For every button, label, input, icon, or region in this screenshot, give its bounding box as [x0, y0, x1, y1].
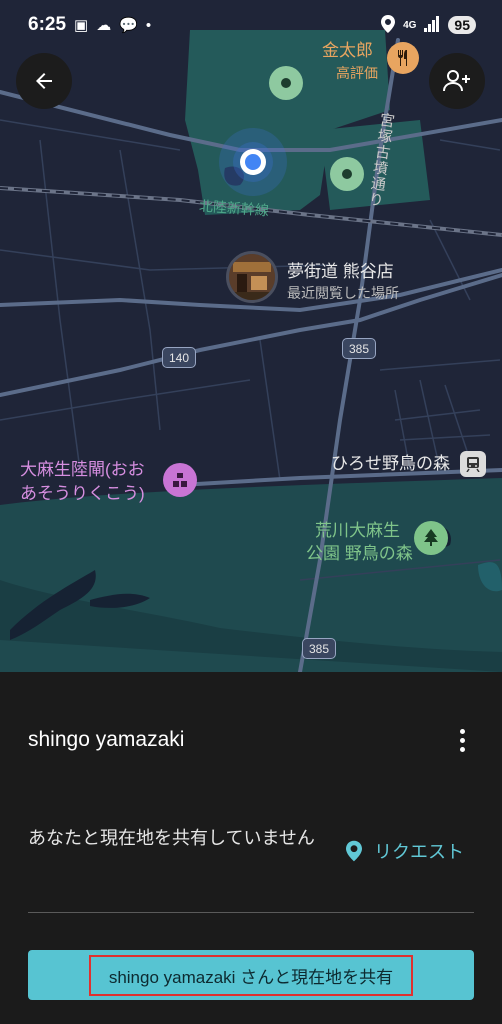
map-canvas[interactable] — [0, 0, 502, 672]
tree-icon — [424, 529, 438, 546]
restaurant-rating-label: 高評価 — [336, 65, 378, 81]
bus-stop-label[interactable]: ひろせ野鳥の森 — [331, 454, 450, 474]
route-shield-140: 140 — [162, 347, 196, 368]
park-marker-icon — [342, 169, 352, 179]
more-vert-icon-dot — [459, 728, 465, 734]
share-location-button[interactable]: shingo yamazaki さんと現在地を共有 — [28, 950, 474, 1000]
network-type-label: 4G — [403, 19, 417, 31]
transit-pin[interactable] — [460, 451, 486, 477]
landmark-icon — [173, 473, 187, 487]
bottom-sheet: shingo yamazaki あなたと現在地を共有していません リクエスト s… — [0, 672, 502, 1024]
signal-icon — [424, 15, 440, 35]
battery-indicator: 95 — [448, 16, 476, 34]
arrow-left-icon — [36, 73, 52, 89]
location-status-icon — [381, 14, 396, 36]
location-pin-icon — [346, 840, 362, 862]
gate-label-line2[interactable]: あそうりくこう) — [20, 484, 145, 504]
request-label: リクエスト — [374, 842, 464, 862]
person-name: shingo yamazaki — [28, 728, 185, 751]
park-name-line2[interactable]: 公園 野鳥の森 — [306, 544, 413, 564]
status-bar: 6:25 ▣ ☁ 💬 • 4G 95 — [0, 0, 502, 50]
current-location-dot — [240, 149, 266, 175]
park-forest-pin[interactable] — [414, 521, 448, 555]
park-pin-2[interactable] — [330, 157, 364, 191]
more-vert-icon-dot — [459, 746, 465, 752]
route-shield-385-north: 385 — [342, 338, 376, 359]
request-location-button[interactable]: リクエスト — [346, 838, 464, 864]
line-app-icon: 💬 — [119, 16, 138, 34]
park-name-line1[interactable]: 荒川大麻生 — [315, 521, 400, 541]
screenshot-icon: ▣ — [74, 16, 89, 34]
share-location-label: shingo yamazaki さんと現在地を共有 — [88, 954, 414, 996]
shop-photo-image — [229, 254, 275, 300]
more-options-button[interactable] — [446, 722, 478, 758]
add-person-button[interactable] — [429, 53, 485, 109]
back-button[interactable] — [16, 53, 72, 109]
park-marker-icon — [281, 78, 291, 88]
more-vert-icon-dot — [459, 737, 465, 743]
fork-knife-icon — [398, 50, 407, 66]
gate-label-line1[interactable]: 大麻生陸閘(おお — [20, 460, 145, 480]
shop-name-label[interactable]: 夢街道 熊谷店 — [287, 262, 394, 282]
route-shield-385-south: 385 — [302, 638, 336, 659]
person-add-icon — [443, 70, 470, 92]
gate-pin[interactable] — [163, 463, 197, 497]
shop-photo-pin[interactable] — [226, 251, 278, 303]
train-icon — [466, 457, 480, 472]
divider — [28, 912, 474, 913]
sharing-status-message: あなたと現在地を共有していません — [28, 828, 315, 848]
cloud-icon: ☁ — [96, 16, 112, 34]
park-pin-1[interactable] — [269, 66, 303, 100]
status-time: 6:25 — [28, 14, 67, 35]
notification-dot-icon: • — [145, 16, 152, 34]
map-view[interactable]: 6:25 ▣ ☁ 💬 • 4G 95 金太郎 高評価 宮塚古墳通り 北陸新幹線 … — [0, 0, 502, 672]
shop-sub-label: 最近閲覧した場所 — [287, 285, 399, 301]
